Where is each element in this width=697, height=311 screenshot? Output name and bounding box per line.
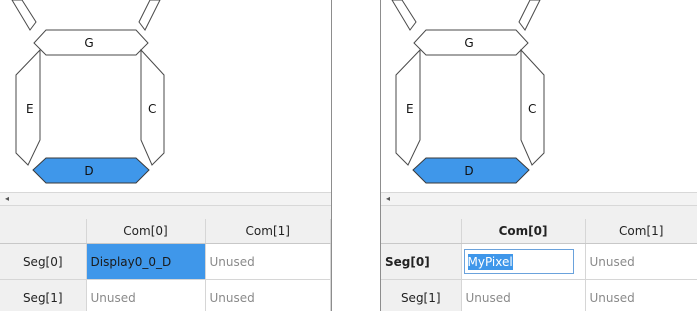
row-header-seg0[interactable]: Seg[0] [0,243,87,280]
grid-cell[interactable]: Unused [585,279,697,311]
row-header-seg1[interactable]: Seg[1] [381,279,462,311]
table-row: Seg[0] Display0_0_D Unused [0,243,331,280]
scroll-left-arrow-icon[interactable]: ◂ [1,193,13,205]
horizontal-scrollbar[interactable]: ◂ [381,192,697,206]
grid-cell[interactable]: Unused [461,279,586,311]
row-header-seg1[interactable]: Seg[1] [0,279,87,311]
row-header-seg0[interactable]: Seg[0] [381,243,462,280]
grid-cell[interactable]: Unused [585,243,697,280]
splitter[interactable] [381,206,697,219]
segment-f-partial[interactable] [391,0,417,31]
grid-header-row: Com[0] Com[1] [0,219,331,244]
grid-cell[interactable]: Unused [86,279,206,311]
segment-canvas: G E C D [381,0,697,192]
table-row: Seg[1] Unused Unused [381,279,697,311]
segment-g-label: G [84,36,93,50]
column-header-com1[interactable]: Com[1] [585,219,697,244]
segment-canvas: G E C D [0,0,331,192]
grid-corner [0,219,87,244]
column-header-com0[interactable]: Com[0] [461,219,586,244]
seven-segment-display: G E C D [11,0,165,184]
column-header-com1[interactable]: Com[1] [205,219,331,244]
cell-edit-selected-text: MyPixel [467,254,513,270]
splitter[interactable] [0,206,331,219]
segment-c-label: C [148,102,156,116]
left-lcd-panel: G E C D ◂ Com[0] Com[1] Seg[0] Display0_… [0,0,332,311]
segment-b-partial[interactable] [138,0,161,31]
segment-d-label: D [464,164,473,178]
segment-f-partial[interactable] [11,0,37,31]
segment-d-label: D [84,164,93,178]
grid-cell[interactable]: Unused [205,243,331,280]
grid-cell-selected[interactable]: Display0_0_D [86,243,206,280]
grid-cell[interactable]: Unused [205,279,331,311]
column-header-com0[interactable]: Com[0] [86,219,206,244]
grid-cell-editing[interactable]: MyPixel [461,243,586,280]
table-row: Seg[0] MyPixel Unused [381,243,697,280]
horizontal-scrollbar[interactable]: ◂ [0,192,331,206]
cell-edit-input[interactable]: MyPixel [463,249,574,274]
segment-mapping-grid: Com[0] Com[1] Seg[0] Display0_0_D Unused… [0,219,331,311]
segment-e-label: E [26,102,34,116]
segment-c-label: C [528,102,536,116]
right-lcd-panel: G E C D ◂ Com[0] Com[1] Seg[0] MyPixel U… [380,0,697,311]
segment-mapping-grid: Com[0] Com[1] Seg[0] MyPixel Unused Seg[… [381,219,697,311]
grid-header-row: Com[0] Com[1] [381,219,697,244]
segment-e-label: E [406,102,414,116]
seven-segment-display: G E C D [391,0,545,184]
grid-corner [381,219,462,244]
scroll-left-arrow-icon[interactable]: ◂ [382,193,394,205]
segment-g-label: G [464,36,473,50]
segment-b-partial[interactable] [518,0,541,31]
table-row: Seg[1] Unused Unused [0,279,331,311]
